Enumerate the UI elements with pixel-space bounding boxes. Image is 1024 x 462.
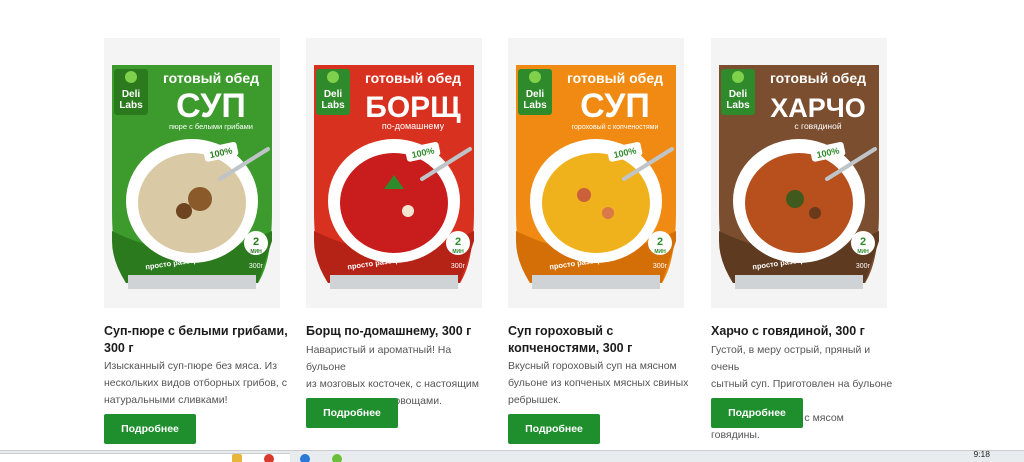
soup-pouch-image: Deli Labs готовый обед СУП пюре с белыми…: [112, 65, 272, 289]
product-description: Изысканный суп-пюре без мяса. Из несколь…: [104, 360, 288, 406]
product-title[interactable]: Суп гороховый с копченостями, 300 г: [508, 323, 692, 357]
svg-text:2: 2: [455, 236, 461, 248]
product-card-borscht: Deli Labs готовый обед БОРЩ по-домашнему…: [306, 38, 482, 428]
svg-text:гороховый с копченостями: гороховый с копченостями: [572, 123, 659, 131]
svg-text:с говядиной: с говядиной: [794, 121, 841, 131]
product-image[interactable]: Deli Labs готовый обед БОРЩ по-домашнему…: [306, 38, 482, 308]
taskbar-clock[interactable]: 9:18: [973, 451, 990, 459]
svg-text:МИН: МИН: [250, 249, 262, 255]
details-button[interactable]: Подробнее: [104, 414, 196, 444]
svg-text:Deli: Deli: [324, 89, 343, 100]
svg-text:300г: 300г: [856, 263, 871, 270]
details-button[interactable]: Подробнее: [711, 398, 803, 428]
pouch-banner: готовый обед: [567, 70, 663, 86]
soup-pouch-image: Deli Labs готовый обед СУП гороховый с к…: [516, 65, 676, 289]
product-title[interactable]: Суп-пюре с белыми грибами, 300 г: [104, 323, 288, 357]
svg-text:Labs: Labs: [321, 100, 345, 111]
details-button[interactable]: Подробнее: [508, 414, 600, 444]
svg-text:МИН: МИН: [654, 249, 666, 255]
svg-text:300г: 300г: [249, 263, 264, 270]
svg-text:2: 2: [253, 236, 259, 248]
svg-text:2: 2: [860, 236, 866, 248]
taskbar: 9:18: [0, 450, 1024, 462]
product-description: Густой, в меру острый, пряный и очень сы…: [711, 344, 893, 441]
product-card-mushroom: Deli Labs готовый обед СУП пюре с белыми…: [104, 38, 288, 444]
svg-text:МИН: МИН: [857, 249, 869, 255]
svg-text:2: 2: [657, 236, 663, 248]
soup-pouch-image: Deli Labs готовый обед ХАРЧО с говядиной…: [719, 65, 879, 289]
product-title[interactable]: Борщ по-домашнему, 300 г: [306, 323, 490, 340]
product-image[interactable]: Deli Labs готовый обед СУП гороховый с к…: [508, 38, 684, 308]
pouch-name: СУП: [176, 87, 246, 125]
pouch-banner: готовый обед: [163, 70, 259, 86]
pouch-banner: готовый обед: [770, 70, 866, 86]
svg-text:Labs: Labs: [523, 100, 547, 111]
soup-pouch-image: Deli Labs готовый обед БОРЩ по-домашнему…: [314, 65, 474, 289]
svg-text:Deli: Deli: [526, 89, 545, 100]
pouch-name: БОРЩ: [365, 91, 461, 124]
product-description: Вкусный гороховый суп на мясном бульоне …: [508, 360, 689, 406]
product-image[interactable]: Deli Labs готовый обед ХАРЧО с говядиной…: [711, 38, 887, 308]
product-card-pea: Deli Labs готовый обед СУП гороховый с к…: [508, 38, 688, 444]
pouch-name: СУП: [580, 87, 650, 125]
details-button[interactable]: Подробнее: [306, 398, 398, 428]
svg-text:300г: 300г: [451, 263, 466, 270]
product-title[interactable]: Харчо с говядиной, 300 г: [711, 323, 895, 340]
svg-text:пюре с белыми грибами: пюре с белыми грибами: [169, 122, 253, 131]
pouch-name: ХАРЧО: [770, 93, 866, 123]
product-image[interactable]: Deli Labs готовый обед СУП пюре с белыми…: [104, 38, 280, 308]
svg-text:Deli: Deli: [122, 89, 141, 100]
svg-text:МИН: МИН: [452, 249, 464, 255]
svg-text:по-домашнему: по-домашнему: [382, 121, 445, 131]
product-card-kharcho: Deli Labs готовый обед ХАРЧО с говядиной…: [711, 38, 892, 441]
svg-text:Labs: Labs: [119, 100, 143, 111]
svg-text:300г: 300г: [653, 263, 668, 270]
svg-text:Deli: Deli: [729, 89, 748, 100]
svg-text:Labs: Labs: [726, 100, 750, 111]
pouch-banner: готовый обед: [365, 70, 461, 86]
